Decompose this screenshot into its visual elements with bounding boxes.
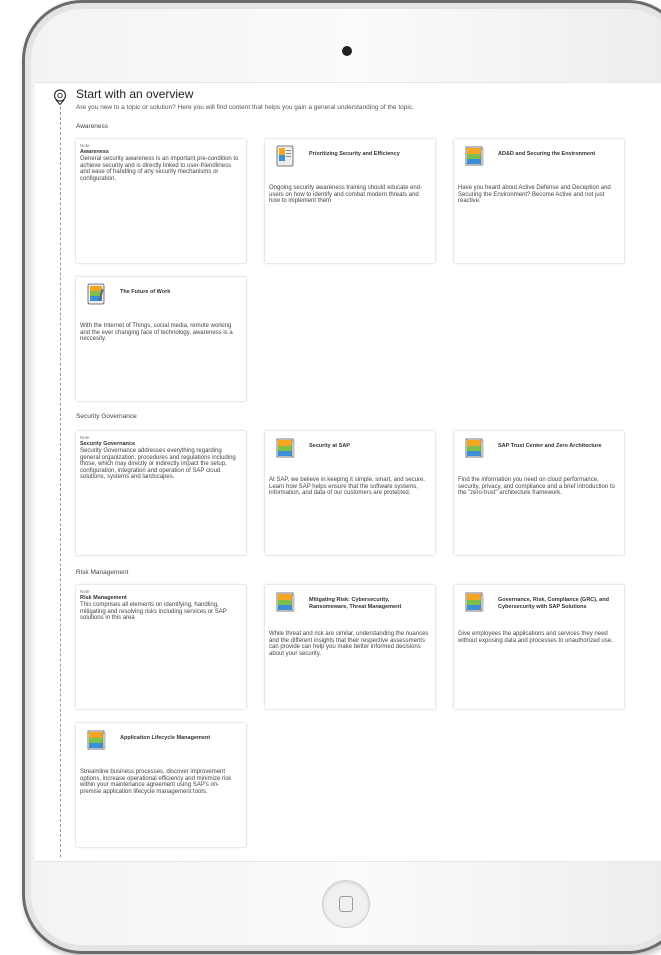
note-heading: Risk Management — [80, 595, 127, 601]
tablet-document-icon — [276, 145, 294, 167]
note-card-risk-management: Note Risk Management This comprises all … — [76, 585, 246, 709]
content-card-mitigating-risk[interactable]: Mitigating Risk: Cybersecurity, Ransomew… — [265, 585, 435, 709]
book-stack-icon — [465, 146, 484, 166]
content-card-grc-cybersecurity[interactable]: Governance, Risk, Compliance (GRC), and … — [454, 585, 624, 709]
content-card-add-securing-environment[interactable]: AD&D and Securing the Environment Have y… — [454, 139, 624, 263]
note-body: General security awareness is an importa… — [80, 156, 239, 182]
camera-dot — [342, 46, 352, 56]
card-description: Find the information you need on cloud p… — [458, 477, 615, 497]
card-description: Ongoing security awareness training shou… — [269, 185, 423, 205]
book-stack-icon — [276, 438, 295, 458]
content-card-application-lifecycle[interactable]: Application Lifecycle Management Streaml… — [76, 723, 246, 847]
card-description: Have you heard about Active Defense and … — [458, 185, 611, 205]
location-pin-icon — [53, 89, 67, 105]
section-label-awareness: Awareness — [76, 123, 109, 130]
card-description: Give employees the applications and serv… — [458, 631, 613, 644]
card-title: Governance, Risk, Compliance (GRC), and … — [498, 597, 609, 610]
card-title: AD&D and Securing the Environment — [498, 151, 596, 157]
note-tag: Note — [80, 589, 90, 594]
card-title: The Future of Work — [120, 289, 171, 295]
card-description: At SAP, we believe in keeping it simple,… — [269, 477, 425, 497]
timeline-line — [60, 107, 61, 857]
note-body: This comprises all elements on identifyi… — [80, 602, 227, 622]
home-square-icon — [339, 896, 353, 912]
content-card-trust-center[interactable]: SAP Trust Center and Zero Architecture F… — [454, 431, 624, 555]
book-stack-icon — [87, 730, 106, 750]
card-description: Streamline business processes, discover … — [80, 769, 232, 795]
card-description: With the Internet of Things, social medi… — [80, 323, 233, 343]
note-tag: Note — [80, 435, 90, 440]
note-body: Security Governance addresses everything… — [80, 448, 236, 481]
card-title: Prioritizing Security and Efficiency — [309, 151, 400, 157]
card-description: While threat and risk are similar, under… — [269, 631, 429, 657]
book-stack-icon — [465, 438, 484, 458]
tablet-screen: Start with an overview Are you new to a … — [35, 82, 661, 862]
card-title: Security at SAP — [309, 443, 350, 449]
home-button[interactable] — [322, 880, 370, 928]
note-tag: Note — [80, 143, 90, 148]
tablet-pen-icon — [87, 283, 105, 305]
content-card-prioritizing-security[interactable]: Prioritizing Security and Efficiency Ong… — [265, 139, 435, 263]
note-heading: Awareness — [80, 149, 109, 155]
note-card-security-governance: Note Security Governance Security Govern… — [76, 431, 246, 555]
page-title: Start with an overview — [76, 87, 194, 101]
book-stack-icon — [465, 592, 484, 612]
content-card-security-at-sap[interactable]: Security at SAP At SAP, we believe in ke… — [265, 431, 435, 555]
book-stack-icon — [276, 592, 295, 612]
card-title: Application Lifecycle Management — [120, 735, 211, 741]
section-label-risk-management: Risk Management — [76, 569, 129, 576]
content-card-future-of-work[interactable]: The Future of Work With the Internet of … — [76, 277, 246, 401]
section-label-security-governance: Security Governance — [76, 413, 137, 420]
note-heading: Security Governance — [80, 441, 136, 447]
card-title: SAP Trust Center and Zero Architecture — [498, 443, 602, 449]
page-subtitle: Are you new to a topic or solution? Here… — [76, 104, 414, 111]
note-card-awareness: Note Awareness General security awarenes… — [76, 139, 246, 263]
card-title: Mitigating Risk: Cybersecurity, Ransomew… — [309, 597, 402, 610]
